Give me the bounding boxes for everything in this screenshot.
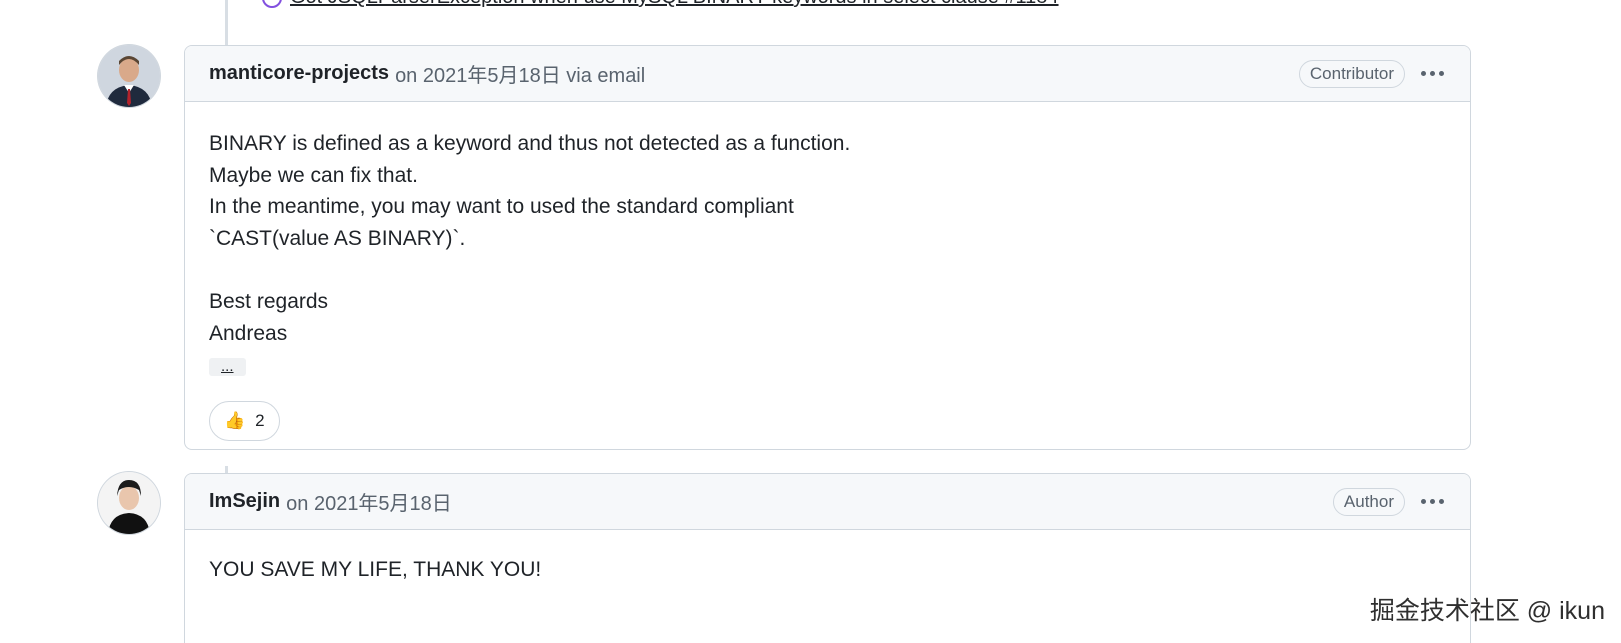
- comment-card: manticore-projects on 2021年5月18日 via ema…: [184, 45, 1471, 450]
- comment-header: ImSejin on 2021年5月18日 Author: [185, 474, 1470, 530]
- kebab-dot-icon: [1439, 499, 1444, 504]
- kebab-dot-icon: [1421, 71, 1426, 76]
- comment-options-button[interactable]: [1419, 495, 1446, 508]
- issue-timeline: Got JSQLParserException when use MySQL B…: [0, 0, 1621, 643]
- user-avatar-suit-icon[interactable]: [98, 45, 160, 107]
- comment-text-line: Maybe we can fix that.: [209, 163, 418, 187]
- comment-timestamp[interactable]: on 2021年5月18日: [286, 487, 452, 516]
- author-badge: Author: [1332, 487, 1405, 516]
- watermark: 掘金技术社区 @ ikun: [1369, 597, 1605, 625]
- thumbs-up-icon: 👍: [224, 410, 246, 430]
- kebab-dot-icon: [1430, 71, 1435, 76]
- comment-card: ImSejin on 2021年5月18日 Author YOU SAVE MY…: [184, 473, 1471, 643]
- contributor-badge: Contributor: [1298, 59, 1405, 88]
- issue-status-icon: [262, 0, 282, 8]
- reaction-count: 2: [255, 410, 265, 430]
- thumbs-up-reaction-button[interactable]: 👍 2: [209, 400, 280, 441]
- comment-options-button[interactable]: [1419, 67, 1446, 80]
- comment-body: BINARY is defined as a keyword and thus …: [185, 102, 1470, 441]
- comment-header: manticore-projects on 2021年5月18日 via ema…: [185, 46, 1470, 102]
- kebab-dot-icon: [1439, 71, 1444, 76]
- comment-author-link[interactable]: ImSejin: [209, 490, 280, 513]
- cross-reference-event: Got JSQLParserException when use MySQL B…: [262, 0, 1059, 9]
- expand-quoted-text-button[interactable]: ...: [209, 358, 246, 377]
- timeline-connector: [225, 0, 228, 46]
- comment-body: YOU SAVE MY LIFE, THANK YOU!: [185, 530, 1470, 586]
- comment-text-line: YOU SAVE MY LIFE, THANK YOU!: [209, 558, 542, 581]
- comment-text-line: Andreas: [209, 321, 288, 345]
- user-avatar-portrait-icon[interactable]: [98, 472, 160, 534]
- comment-text-line: BINARY is defined as a keyword and thus …: [209, 132, 851, 155]
- comment-text-line: [209, 254, 1446, 286]
- comment-timestamp[interactable]: on 2021年5月18日 via email: [395, 59, 645, 88]
- kebab-dot-icon: [1430, 499, 1435, 504]
- referenced-issue-link[interactable]: Got JSQLParserException when use MySQL B…: [290, 0, 1059, 9]
- comment-author-link[interactable]: manticore-projects: [209, 62, 389, 85]
- comment-text-line: `CAST(value AS BINARY)`.: [209, 226, 466, 250]
- kebab-dot-icon: [1421, 499, 1426, 504]
- comment-text-line: Best regards: [209, 289, 329, 313]
- comment-text-line: In the meantime, you may want to used th…: [209, 195, 794, 219]
